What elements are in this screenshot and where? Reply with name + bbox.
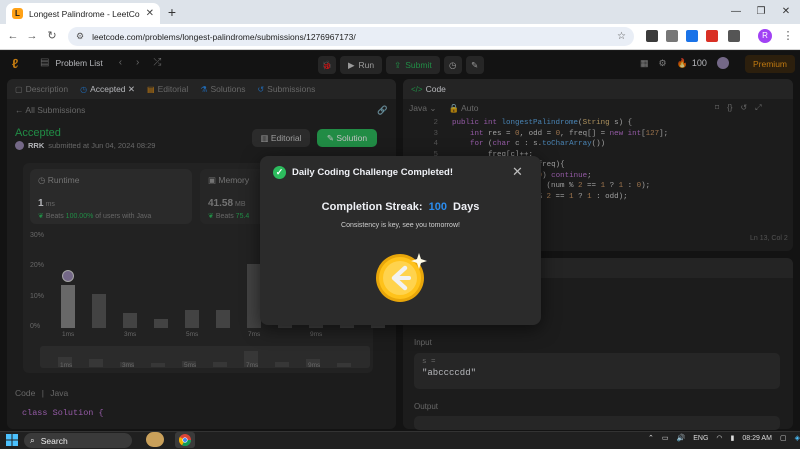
bookmark-star-icon[interactable]: ☆: [617, 31, 626, 42]
dialog-subtitle: Consistency is key, see you tomorrow!: [341, 222, 460, 229]
notifications-icon[interactable]: ▢: [780, 434, 787, 442]
address-bar[interactable]: ⚙ leetcode.com/problems/longest-palindro…: [68, 27, 634, 46]
maximize-button[interactable]: ❐: [750, 3, 772, 21]
back-button[interactable]: ←: [5, 28, 21, 44]
extension-icon[interactable]: [686, 30, 698, 42]
system-tray: ⌃ ▭ 🔊 ENG ◠ ▮ 08:29 AM ▢ ◈: [648, 434, 800, 443]
new-tab-button[interactable]: +: [164, 4, 180, 20]
url-text: leetcode.com/problems/longest-palindrome…: [92, 31, 356, 42]
search-icon: ⌕: [30, 435, 35, 445]
close-icon[interactable]: ✕: [512, 164, 523, 180]
leetcode-favicon-icon: L: [12, 8, 23, 19]
streak-row: Completion Streak: 100 Days: [260, 201, 541, 213]
leetcode-coin-icon: [376, 253, 427, 302]
tab-close-icon[interactable]: ✕: [146, 8, 154, 19]
streak-value: 100: [428, 201, 447, 213]
copilot-icon[interactable]: ◈: [795, 434, 800, 442]
windows-start-icon[interactable]: [6, 434, 18, 446]
extension-icon[interactable]: [706, 30, 718, 42]
network-icon[interactable]: ▭: [662, 434, 669, 442]
taskbar-chrome-button[interactable]: [175, 432, 195, 448]
volume-icon[interactable]: 🔊: [677, 434, 686, 442]
streak-label: Completion Streak:: [321, 201, 423, 213]
streak-unit: Days: [453, 201, 480, 213]
browser-tab[interactable]: L Longest Palindrome - LeetCode ✕: [6, 3, 160, 24]
extensions-puzzle-icon[interactable]: [728, 30, 740, 42]
forward-button[interactable]: →: [24, 28, 40, 44]
taskbar-search[interactable]: ⌕ Search: [24, 433, 132, 448]
wifi-icon[interactable]: ◠: [716, 434, 722, 442]
check-circle-icon: ✓: [273, 166, 286, 179]
browser-menu-icon[interactable]: ⋮: [780, 28, 796, 44]
battery-icon[interactable]: ▮: [731, 434, 735, 442]
site-info-icon[interactable]: ⚙: [76, 31, 84, 42]
extension-icon[interactable]: [646, 30, 658, 42]
minimize-button[interactable]: —: [725, 3, 747, 21]
challenge-complete-dialog: ✓ Daily Coding Challenge Completed! ✕ Co…: [260, 156, 541, 325]
widgets-icon[interactable]: [146, 432, 164, 447]
chrome-icon: [178, 434, 191, 447]
camera-icon[interactable]: [666, 30, 678, 42]
chevron-up-icon[interactable]: ⌃: [648, 434, 654, 442]
close-window-button[interactable]: ✕: [775, 3, 797, 21]
input-language[interactable]: ENG: [693, 435, 708, 442]
profile-avatar[interactable]: R: [758, 29, 772, 43]
tab-title: Longest Palindrome - LeetCode: [29, 8, 140, 19]
clock-time[interactable]: 08:29 AM: [742, 435, 772, 442]
dialog-title: Daily Coding Challenge Completed!: [292, 167, 453, 178]
reload-button[interactable]: ↻: [44, 28, 60, 44]
